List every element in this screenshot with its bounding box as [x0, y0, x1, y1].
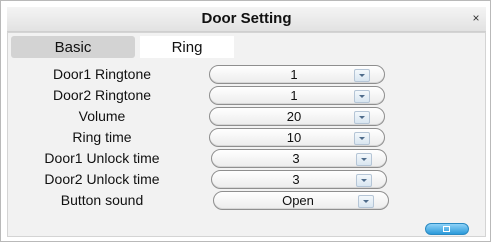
- chevron-down-icon[interactable]: [356, 153, 372, 166]
- chevron-down-icon[interactable]: [356, 174, 372, 187]
- select-value: 3: [292, 151, 300, 166]
- save-icon: [443, 226, 450, 232]
- setting-label: Door2 Ringtone: [52, 87, 152, 103]
- chevron-down-icon[interactable]: [354, 111, 370, 124]
- door1-ringtone-select[interactable]: 1: [209, 65, 385, 84]
- title-bar: Door Setting ×: [7, 7, 486, 32]
- chevron-down-icon[interactable]: [358, 195, 374, 208]
- select-value: 3: [292, 172, 300, 187]
- setting-row-button-sound: Button sound Open: [8, 191, 487, 212]
- setting-label: Door2 Unlock time: [44, 171, 160, 187]
- setting-row-door1-ringtone: Door1 Ringtone 1: [8, 65, 487, 86]
- setting-row-ring-time: Ring time 10: [8, 128, 487, 149]
- ring-time-select[interactable]: 10: [209, 128, 385, 147]
- setting-label: Button sound: [60, 192, 144, 208]
- button-sound-select[interactable]: Open: [213, 191, 389, 210]
- setting-row-volume: Volume 20: [8, 107, 487, 128]
- select-value: 1: [290, 67, 298, 82]
- chevron-down-icon[interactable]: [354, 132, 370, 145]
- select-value: 1: [290, 88, 298, 103]
- setting-label: Volume: [78, 108, 126, 124]
- volume-select[interactable]: 20: [209, 107, 385, 126]
- chevron-down-icon[interactable]: [354, 90, 370, 103]
- door2-ringtone-select[interactable]: 1: [209, 86, 385, 105]
- setting-row-door2-ringtone: Door2 Ringtone 1: [8, 86, 487, 107]
- select-value: 20: [286, 109, 302, 124]
- door2-unlock-time-select[interactable]: 3: [211, 170, 387, 189]
- close-icon[interactable]: ×: [470, 12, 482, 24]
- select-value: 10: [286, 130, 302, 145]
- setting-label: Door1 Ringtone: [52, 66, 152, 82]
- select-value: Open: [282, 193, 314, 208]
- tab-ring[interactable]: Ring: [140, 36, 234, 58]
- tab-basic[interactable]: Basic: [11, 36, 135, 58]
- dialog-title: Door Setting: [201, 10, 292, 27]
- chevron-down-icon[interactable]: [354, 69, 370, 82]
- save-button[interactable]: [425, 223, 469, 235]
- setting-label: Ring time: [72, 129, 132, 145]
- door1-unlock-time-select[interactable]: 3: [211, 149, 387, 168]
- settings-panel: Basic Ring Door1 Ringtone 1 Door2 Ringto…: [7, 32, 486, 237]
- setting-label: Door1 Unlock time: [44, 150, 160, 166]
- door-setting-dialog: Door Setting × Basic Ring Door1 Ringtone…: [0, 0, 491, 242]
- setting-row-door1-unlock-time: Door1 Unlock time 3: [8, 149, 487, 170]
- setting-row-door2-unlock-time: Door2 Unlock time 3: [8, 170, 487, 191]
